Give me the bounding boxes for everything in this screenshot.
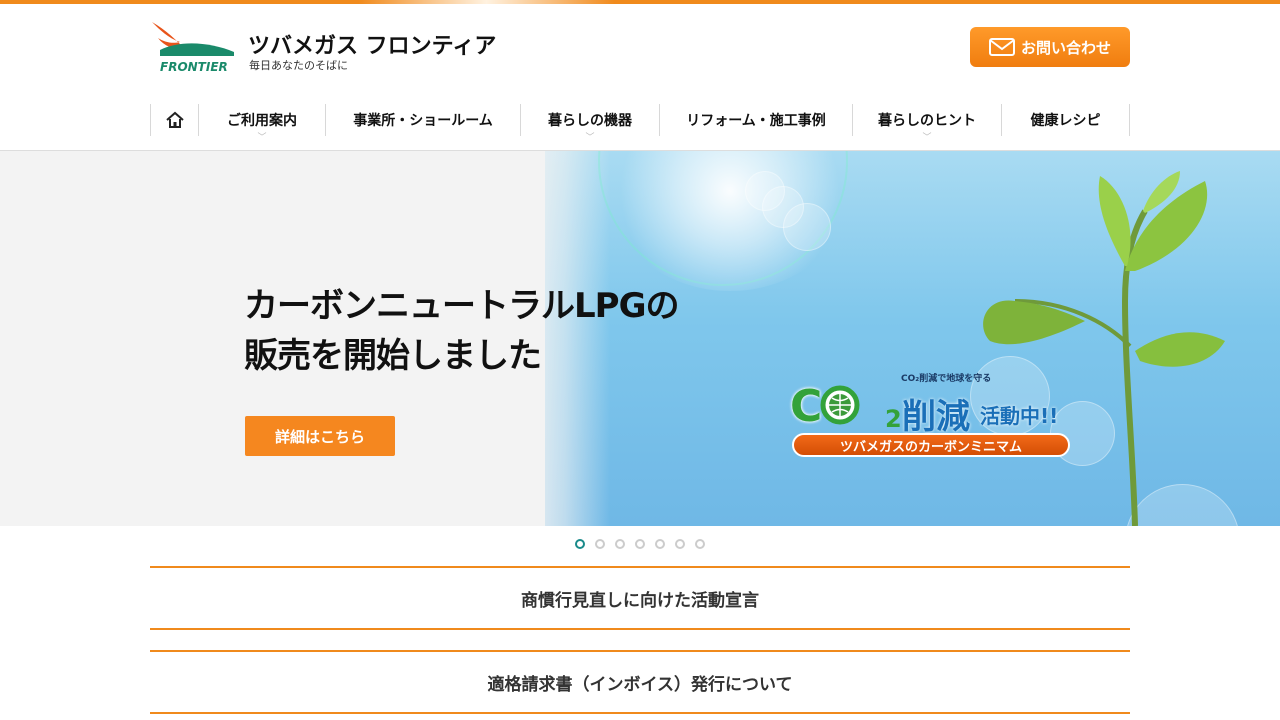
nav-item-label: 暮らしのヒント — [878, 113, 976, 129]
news-link[interactable]: 適格請求書（インボイス）発行について — [150, 650, 1130, 714]
mail-icon — [988, 38, 1015, 56]
badge-co-text: C — [790, 381, 860, 432]
badge-kanji-secondary: 活動中!! — [980, 404, 1059, 428]
logo-brand-text: FRONTIER — [160, 60, 228, 74]
badge-caption: CO₂削減で地球を守る — [901, 374, 992, 384]
contact-button-label: お問い合わせ — [1020, 38, 1111, 57]
plant-sprout-image — [983, 171, 1225, 526]
nav-item-offices[interactable]: 事業所・ショールーム — [325, 104, 520, 136]
nav-item-hints[interactable]: 暮らしのヒント ﹀ — [852, 104, 1001, 143]
logo-tagline: 毎日あなたのそばに — [249, 59, 348, 72]
global-nav: ご利用案内 ﹀ 事業所・ショールーム 暮らしの機器 ﹀ リフォーム・施工事例 暮… — [150, 104, 1130, 143]
chevron-down-icon: ﹀ — [257, 133, 267, 143]
nav-item-label: 事業所・ショールーム — [353, 113, 493, 129]
logo-name: ツバメガス フロンティア — [248, 34, 497, 59]
nav-item-reform[interactable]: リフォーム・施工事例 — [659, 104, 852, 136]
nav-item-label: 暮らしの機器 — [548, 113, 632, 129]
nav-item-label: リフォーム・施工事例 — [686, 113, 826, 129]
nav-item-recipes[interactable]: 健康レシピ — [1001, 104, 1130, 136]
badge-subscript: 2 — [885, 405, 902, 433]
news-link-title: 適格請求書（インボイス）発行について — [487, 674, 793, 695]
slider-dot[interactable] — [595, 539, 605, 549]
slider-dot[interactable] — [615, 539, 625, 549]
nav-item-appliances[interactable]: 暮らしの機器 ﹀ — [520, 104, 659, 143]
nav-item-label: ご利用案内 — [227, 113, 297, 129]
site-logo[interactable]: FRONTIER ツバメガス フロンティア 毎日あなたのそばに — [150, 20, 497, 76]
swallow-logo-icon: FRONTIER — [152, 22, 234, 74]
chevron-down-icon: ﹀ — [922, 133, 932, 143]
badge-kanji: 削減 — [902, 397, 970, 437]
top-accent-bar — [0, 0, 1280, 4]
badge-c-letter: C — [790, 381, 822, 432]
slider-dot[interactable] — [575, 539, 585, 549]
bubble — [783, 203, 831, 251]
hero-title-line: 販売を開始しました — [244, 336, 542, 376]
nav-home[interactable] — [150, 104, 198, 136]
badge-bar: ツバメガスのカーボンミニマム — [792, 433, 1070, 457]
hero-slider[interactable]: カーボンニュートラルLPGの 販売を開始しました 詳細はこちら CO₂削減で地球… — [0, 151, 1280, 526]
nav-item-guide[interactable]: ご利用案内 ﹀ — [198, 104, 325, 143]
news-link[interactable]: 商慣行見直しに向けた活動宣言 — [150, 566, 1130, 630]
home-icon — [165, 111, 184, 128]
contact-button[interactable]: お問い合わせ — [970, 27, 1130, 67]
hero-details-button[interactable]: 詳細はこちら — [245, 416, 395, 456]
news-link-title: 商慣行見直しに向けた活動宣言 — [521, 590, 759, 611]
slider-dot[interactable] — [695, 539, 705, 549]
slider-dot[interactable] — [675, 539, 685, 549]
chevron-down-icon: ﹀ — [585, 133, 595, 143]
globe-icon — [820, 385, 860, 425]
nav-item-label: 健康レシピ — [1030, 113, 1101, 129]
slider-dot[interactable] — [635, 539, 645, 549]
slider-dot[interactable] — [655, 539, 665, 549]
hero-title-line: カーボンニュートラルLPGの — [244, 286, 679, 326]
slider-pagination — [575, 539, 705, 549]
hero-title: カーボンニュートラルLPGの 販売を開始しました — [244, 281, 679, 381]
co2-reduction-badge: CO₂削減で地球を守る C 2 削減 活動中!! ツバメガスのカーボンミニマム — [790, 367, 1080, 462]
